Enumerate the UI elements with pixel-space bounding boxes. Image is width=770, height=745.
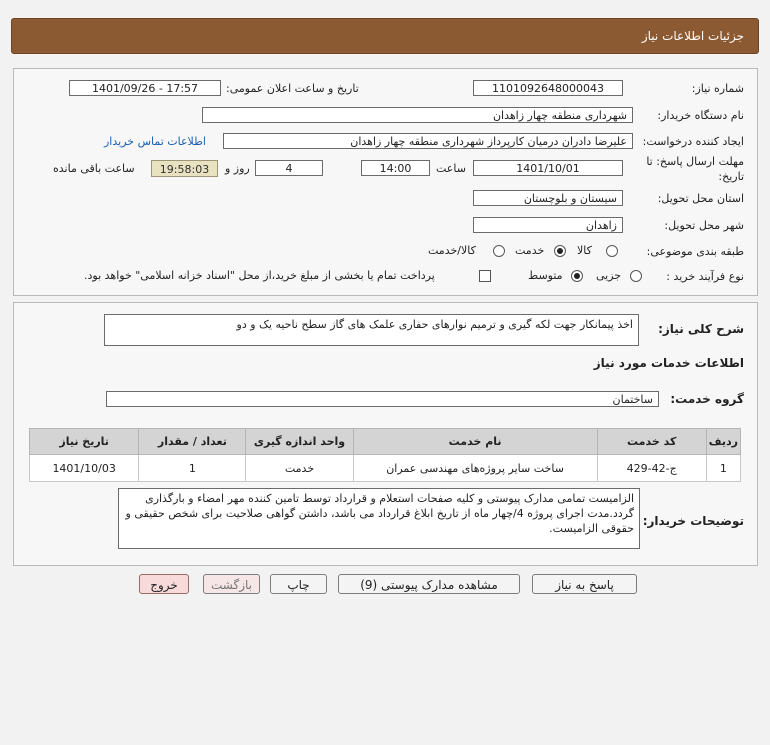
deadline-time-label: ساعت [436, 162, 466, 175]
services-table-header: ردیف کد خدمت نام خدمت واحد اندازه گیری ت… [28, 428, 742, 455]
announce-label: تاریخ و ساعت اعلان عمومی: [226, 82, 359, 95]
deadline-time-field[interactable]: 14:00 [361, 160, 430, 176]
page-header: جزئیات اطلاعات نیاز [11, 18, 759, 54]
col-unit: واحد اندازه گیری [245, 428, 354, 455]
exit-button[interactable]: خروج [139, 574, 189, 594]
cell-code: ج-42-429 [596, 454, 707, 482]
table-row[interactable]: 1 ج-42-429 ساخت سایر پروژه‌های مهندسی عم… [28, 454, 742, 482]
city-field[interactable]: زاهدان [473, 217, 623, 233]
days-label: روز و [225, 162, 250, 175]
process-minor-radio[interactable] [630, 270, 642, 282]
creator-field[interactable]: علیرضا دادران درمیان کارپرداز شهرداری من… [223, 133, 633, 149]
deadline-date-field[interactable]: 1401/10/01 [473, 160, 623, 176]
view-attachments-button[interactable]: مشاهده مدارک پیوستی (9) [338, 574, 520, 594]
services-table: ردیف کد خدمت نام خدمت واحد اندازه گیری ت… [28, 428, 742, 482]
print-button[interactable]: چاپ [270, 574, 327, 594]
col-row: ردیف [705, 428, 742, 455]
category-service-label: خدمت [515, 244, 545, 257]
services-section-title: اطلاعات خدمات مورد نیاز [593, 356, 744, 370]
cell-unit: خدمت [245, 454, 354, 482]
province-label: استان محل تحویل: [657, 192, 744, 205]
treasury-payment-note: پرداخت تمام یا بخشی از مبلغ خرید،از محل … [84, 269, 435, 282]
remaining-time: 19:58:03 [151, 160, 218, 177]
col-quantity: تعداد / مقدار [138, 428, 247, 455]
cell-quantity: 1 [138, 454, 247, 482]
deadline-label-date: تاریخ: [718, 170, 744, 183]
deadline-label: مهلت ارسال پاسخ: تا [646, 155, 744, 168]
category-goods-service-radio[interactable] [493, 245, 505, 257]
buyer-org-field[interactable]: شهرداری منطقه چهار زاهدان [202, 107, 633, 123]
province-field[interactable]: سیستان و بلوچستان [473, 190, 623, 206]
cell-date: 1401/10/03 [28, 454, 140, 482]
process-medium-label: متوسط [528, 269, 563, 282]
request-info-panel [13, 68, 758, 296]
summary-field[interactable]: اخذ پیمانکار جهت لکه گیری و ترمیم نوارها… [104, 314, 639, 346]
col-code: کد خدمت [596, 428, 707, 455]
category-goods-radio[interactable] [606, 245, 618, 257]
back-button[interactable]: بازگشت [203, 574, 260, 594]
col-name: نام خدمت [352, 428, 598, 455]
category-service-radio[interactable] [554, 245, 566, 257]
cell-name: ساخت سایر پروژه‌های مهندسی عمران [352, 454, 598, 482]
buyer-notes-field[interactable]: الزامیست تمامی مدارک پیوستی و کلیه صفحات… [118, 488, 640, 549]
process-minor-label: جزیی [596, 269, 622, 282]
col-date: تاریخ نیاز [28, 428, 140, 455]
city-label: شهر محل تحویل: [664, 219, 744, 232]
buyer-notes-label: توضیحات خریدار: [642, 514, 744, 528]
page-title: جزئیات اطلاعات نیاز [641, 29, 744, 43]
buyer-contact-link[interactable]: اطلاعات تماس خریدار [104, 135, 206, 148]
service-group-field[interactable]: ساختمان [106, 391, 659, 407]
need-number-field[interactable]: 1101092648000043 [473, 80, 623, 96]
category-goods-service-label: کالا/خدمت [428, 244, 476, 257]
process-label: نوع فرآیند خرید : [666, 270, 744, 283]
buyer-org-label: نام دستگاه خریدار: [657, 109, 744, 122]
services-table-wrap: ردیف کد خدمت نام خدمت واحد اندازه گیری ت… [28, 428, 742, 482]
treasury-payment-checkbox[interactable] [479, 270, 491, 282]
creator-label: ایجاد کننده درخواست: [642, 135, 744, 148]
buyer-notes-text: الزامیست تمامی مدارک پیوستی و کلیه صفحات… [125, 492, 634, 535]
remaining-label: ساعت باقی مانده [53, 162, 135, 175]
cell-row: 1 [705, 454, 742, 482]
summary-text: اخذ پیمانکار جهت لکه گیری و ترمیم نوارها… [236, 318, 633, 331]
service-group-label: گروه خدمت: [670, 392, 744, 406]
process-medium-radio[interactable] [571, 270, 583, 282]
need-number-label: شماره نیاز: [691, 82, 744, 95]
category-goods-label: کالا [577, 244, 592, 257]
summary-label: شرح کلی نیاز: [658, 322, 744, 336]
reply-button[interactable]: پاسخ به نیاز [532, 574, 637, 594]
announce-field[interactable]: 1401/09/26 - 17:57 [69, 80, 221, 96]
category-label: طبقه بندی موضوعی: [646, 245, 744, 258]
days-field[interactable]: 4 [255, 160, 323, 176]
